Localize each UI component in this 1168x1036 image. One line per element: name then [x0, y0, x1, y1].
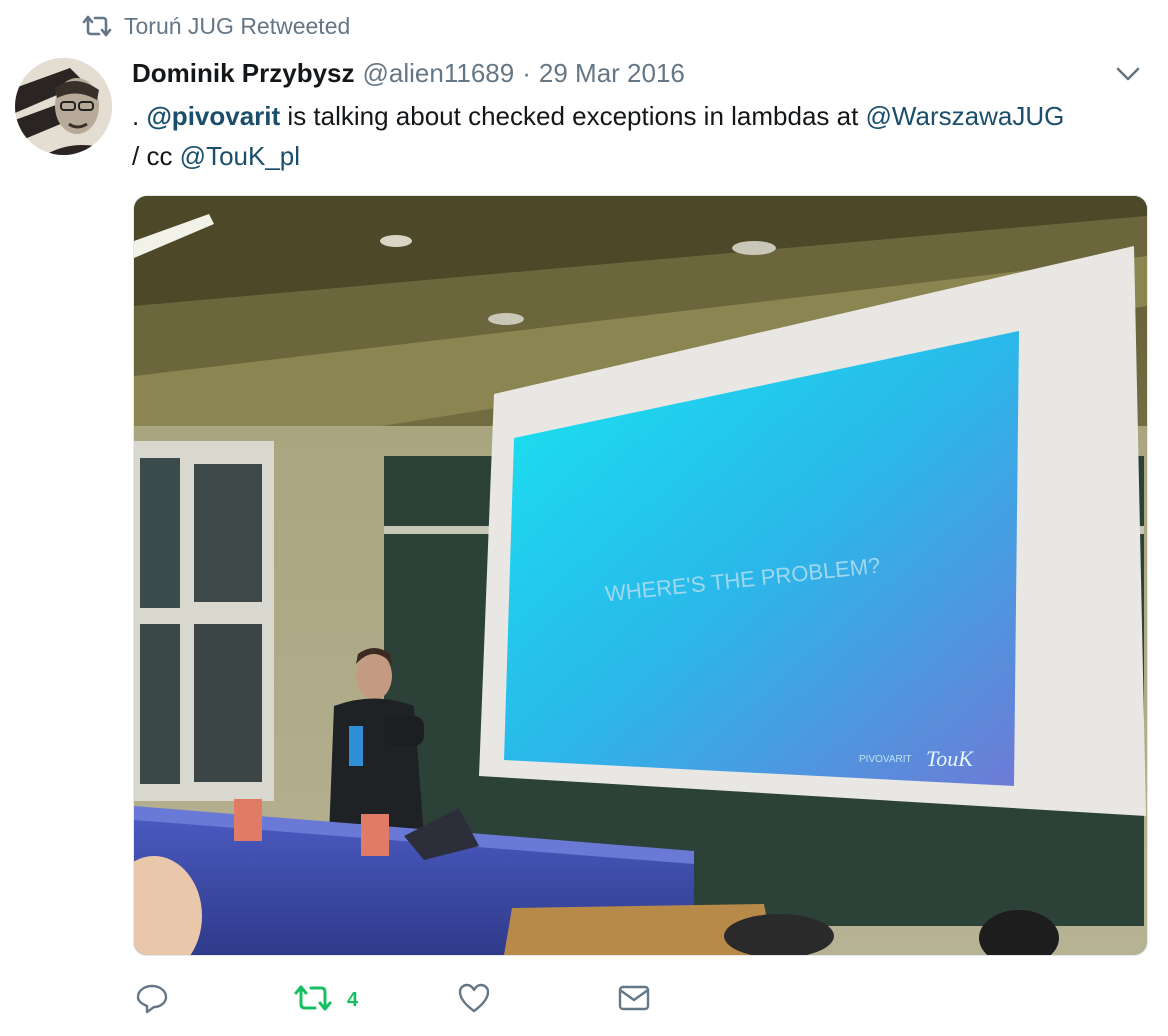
envelope-icon [617, 983, 651, 1018]
retweet-count: 4 [347, 988, 359, 1011]
tweet-date[interactable]: 29 Mar 2016 [539, 58, 685, 89]
tweet-actions: 4 [135, 980, 835, 1020]
text-middle: is talking about checked exceptions in l… [280, 101, 866, 131]
mention-pivovarit[interactable]: @pivovarit [146, 101, 280, 131]
header-separator: · [522, 57, 531, 88]
retweet-icon [82, 14, 112, 38]
author-handle[interactable]: @alien11689 [363, 58, 515, 89]
tweet-text: . @pivovarit is talking about checked ex… [132, 96, 1152, 176]
direct-message-button[interactable] [617, 980, 651, 1020]
text-line2: / cc [132, 141, 180, 171]
tweet-header: Dominik Przybysz @alien11689 · 29 Mar 20… [132, 56, 685, 90]
retweet-icon [293, 983, 333, 1018]
tweet-photo[interactable]: WHERE'S THE PROBLEM? PIVOVARIT TouK [133, 195, 1148, 956]
author-name[interactable]: Dominik Przybysz [132, 58, 355, 89]
reply-icon [135, 981, 169, 1020]
reply-button[interactable] [135, 980, 169, 1020]
retweet-button[interactable]: 4 [293, 980, 358, 1020]
heart-icon [457, 982, 491, 1019]
retweet-context[interactable]: Toruń JUG Retweeted [82, 10, 350, 42]
text-prefix: . [132, 101, 147, 131]
slide-footer-left: PIVOVARIT [859, 754, 912, 765]
slide-logo: TouK [926, 746, 974, 771]
avatar[interactable] [15, 58, 112, 155]
retweet-context-label: Toruń JUG Retweeted [124, 12, 351, 39]
more-options-chevron-down-icon[interactable] [1112, 60, 1144, 88]
mention-warszawajug[interactable]: @WarszawaJUG [866, 101, 1065, 131]
mention-touk[interactable]: @TouK_pl [180, 141, 300, 171]
like-button[interactable] [457, 980, 491, 1020]
